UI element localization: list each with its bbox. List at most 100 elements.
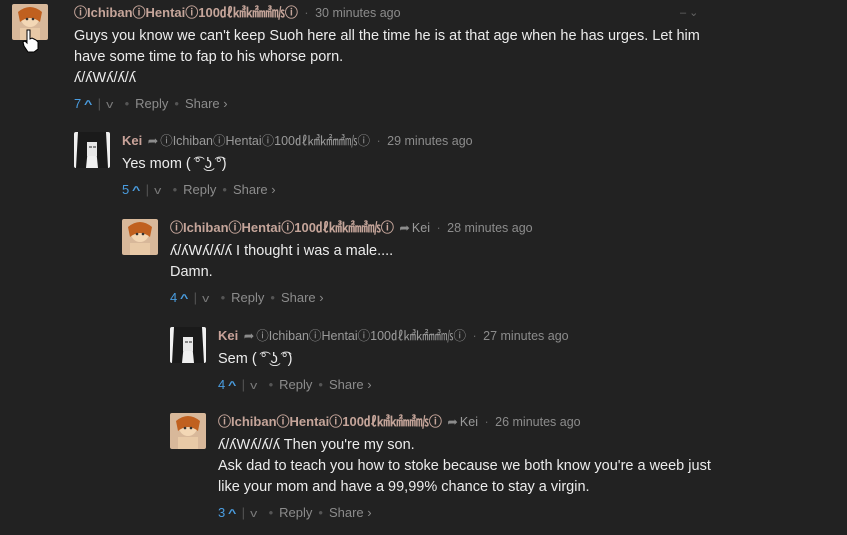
- reply-arrow-icon: ➦: [147, 134, 159, 148]
- reply-to-user[interactable]: Kei: [460, 415, 478, 429]
- timestamp[interactable]: 27 minutes ago: [483, 329, 568, 343]
- separator-dot: •: [268, 505, 274, 520]
- author-name[interactable]: Kei: [122, 133, 142, 148]
- separator-dot: •: [270, 290, 275, 305]
- hand-cursor-icon: [22, 29, 39, 53]
- vote-count: 4: [218, 377, 226, 392]
- author-name[interactable]: Kei: [218, 328, 238, 343]
- reply-button[interactable]: Reply: [279, 505, 312, 520]
- chevron-down-icon[interactable]: v: [106, 95, 113, 115]
- comment-line: ʎ/ʎWʎ/ʎ/ʎ: [74, 70, 137, 86]
- author-name[interactable]: ⓘIchibanⓘHentaiⓘ100㎗㎦㎢㎣㎧ⓘ: [218, 414, 442, 429]
- share-button[interactable]: Share ›: [185, 96, 228, 111]
- comment-line: like your mom and have a 99,99% chance t…: [218, 479, 590, 495]
- comment-line: Yes mom ( ͡° ͜ʖ ͡°): [122, 156, 227, 172]
- chevron-up-icon[interactable]: ^: [84, 95, 92, 115]
- comment-actions: 3 ^ | v • Reply • Share ›: [218, 503, 818, 523]
- comment-actions: 5 ^ | v • Reply • Share ›: [122, 180, 762, 200]
- comment-header: ⓘIchibanⓘHentaiⓘ100㎗㎦㎢㎣㎧ⓘ ➦ Kei · 28 minu…: [170, 219, 810, 237]
- divider: |: [145, 182, 150, 197]
- collapse-icon[interactable]: – ⌄: [680, 7, 698, 19]
- share-button[interactable]: Share ›: [329, 377, 372, 392]
- comment-thread: ⓘIchibanⓘHentaiⓘ100㎗㎦㎢㎣㎧ⓘ · 30 minutes a…: [0, 0, 847, 535]
- avatar-image-manga: [74, 132, 110, 168]
- reply-arrow-icon: ➦: [399, 221, 410, 235]
- comment-line: ʎ/ʎWʎ/ʎ/ʎ I thought i was a male....: [170, 243, 394, 259]
- comment-line: ʎ/ʎWʎ/ʎ/ʎ Then you're my son.: [218, 437, 415, 453]
- comment-text: Yes mom ( ͡° ͜ʖ ͡°): [122, 154, 762, 175]
- avatar[interactable]: [74, 132, 110, 168]
- comment-text: ʎ/ʎWʎ/ʎ/ʎ I thought i was a male.... Dam…: [170, 241, 810, 283]
- comment-menu[interactable]: – ⌄: [680, 6, 698, 19]
- separator-dot: •: [318, 505, 323, 520]
- comment-text: Guys you know we can't keep Suoh here al…: [74, 26, 714, 89]
- author-name[interactable]: ⓘIchibanⓘHentaiⓘ100㎗㎦㎢㎣㎧ⓘ: [170, 220, 394, 235]
- comment-actions: 4 ^ | v • Reply • Share ›: [170, 288, 810, 308]
- chevron-up-icon[interactable]: ^: [132, 181, 140, 201]
- chevron-down-icon[interactable]: v: [202, 289, 209, 309]
- reply-to-user[interactable]: ⓘIchibanⓘHentaiⓘ100㎗㎦㎢㎣㎧ⓘ: [256, 329, 466, 343]
- timestamp[interactable]: 29 minutes ago: [387, 134, 472, 148]
- comment-line: Damn.: [170, 264, 213, 280]
- comment-actions: 7 ^ | v • Reply • Share ›: [74, 94, 714, 114]
- vote-count: 5: [122, 182, 130, 197]
- comment-line: Guys you know we can't keep Suoh here al…: [74, 28, 700, 44]
- separator-dot: •: [172, 182, 178, 197]
- reply-button[interactable]: Reply: [279, 377, 312, 392]
- reply-to-user[interactable]: Kei: [412, 221, 430, 235]
- avatar[interactable]: [170, 327, 206, 363]
- divider: |: [241, 377, 246, 392]
- comment-header: ⓘIchibanⓘHentaiⓘ100㎗㎦㎢㎣㎧ⓘ · 30 minutes a…: [74, 4, 714, 22]
- reply-arrow-icon: ➦: [243, 329, 255, 343]
- avatar-image-anime: [122, 219, 158, 255]
- chevron-up-icon[interactable]: ^: [228, 376, 236, 396]
- avatar-image-anime: [170, 413, 206, 449]
- separator-dot: •: [174, 96, 179, 111]
- share-button[interactable]: Share ›: [329, 505, 372, 520]
- divider: |: [241, 505, 246, 520]
- timestamp[interactable]: 26 minutes ago: [495, 415, 580, 429]
- vote-count: 4: [170, 290, 178, 305]
- comment-header: ⓘIchibanⓘHentaiⓘ100㎗㎦㎢㎣㎧ⓘ ➦ Kei · 26 minu…: [218, 413, 818, 431]
- separator-dot: •: [220, 290, 226, 305]
- vote-count: 7: [74, 96, 82, 111]
- divider: |: [193, 290, 198, 305]
- reply-button[interactable]: Reply: [231, 290, 264, 305]
- avatar[interactable]: [122, 219, 158, 255]
- separator-dot: •: [222, 182, 227, 197]
- comment-line: have some time to fap to his whorse porn…: [74, 49, 344, 65]
- comment-line: Sem ( ͡° ͜ʖ ͡°): [218, 351, 293, 367]
- separator-dot: •: [268, 377, 274, 392]
- chevron-down-icon[interactable]: v: [250, 376, 257, 396]
- comment-text: Sem ( ͡° ͜ʖ ͡°): [218, 349, 818, 370]
- separator-dot: ·: [304, 6, 309, 20]
- chevron-down-icon[interactable]: v: [250, 504, 257, 524]
- separator-dot: ·: [472, 329, 477, 343]
- chevron-up-icon[interactable]: ^: [180, 289, 188, 309]
- separator-dot: •: [318, 377, 323, 392]
- share-button[interactable]: Share ›: [281, 290, 324, 305]
- timestamp[interactable]: 28 minutes ago: [447, 221, 532, 235]
- share-button[interactable]: Share ›: [233, 182, 276, 197]
- reply-button[interactable]: Reply: [135, 96, 168, 111]
- comment-header: Kei ➦ ⓘIchibanⓘHentaiⓘ100㎗㎦㎢㎣㎧ⓘ · 29 minu…: [122, 132, 762, 150]
- vote-count: 3: [218, 505, 226, 520]
- reply-to-user[interactable]: ⓘIchibanⓘHentaiⓘ100㎗㎦㎢㎣㎧ⓘ: [160, 134, 370, 148]
- reply-arrow-icon: ➦: [447, 415, 458, 429]
- comment-actions: 4 ^ | v • Reply • Share ›: [218, 375, 818, 395]
- comment-line: Ask dad to teach you how to stoke becaus…: [218, 458, 711, 474]
- author-name[interactable]: ⓘIchibanⓘHentaiⓘ100㎗㎦㎢㎣㎧ⓘ: [74, 5, 298, 20]
- separator-dot: ·: [436, 221, 441, 235]
- separator-dot: ·: [376, 134, 381, 148]
- separator-dot: •: [124, 96, 130, 111]
- timestamp[interactable]: 30 minutes ago: [315, 6, 400, 20]
- comment-header: Kei ➦ ⓘIchibanⓘHentaiⓘ100㎗㎦㎢㎣㎧ⓘ · 27 minu…: [218, 327, 818, 345]
- avatar-image-manga: [170, 327, 206, 363]
- chevron-up-icon[interactable]: ^: [228, 504, 236, 524]
- divider: |: [97, 96, 102, 111]
- avatar[interactable]: [170, 413, 206, 449]
- chevron-down-icon[interactable]: v: [154, 181, 161, 201]
- reply-button[interactable]: Reply: [183, 182, 216, 197]
- separator-dot: ·: [484, 415, 489, 429]
- comment-text: ʎ/ʎWʎ/ʎ/ʎ Then you're my son. Ask dad to…: [218, 435, 818, 498]
